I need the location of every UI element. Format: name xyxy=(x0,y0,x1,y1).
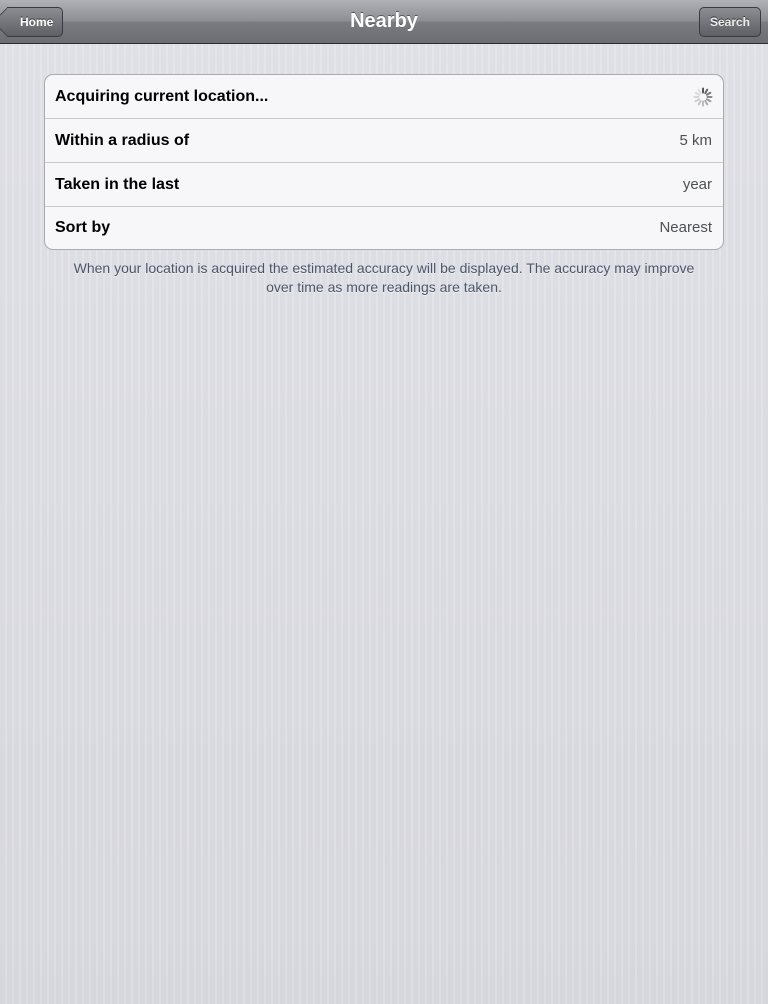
page-title: Nearby xyxy=(350,10,418,32)
radius-label: Within a radius of xyxy=(55,132,190,149)
time-range-label: Taken in the last xyxy=(55,176,180,193)
radius-value: 5 km xyxy=(679,132,712,149)
time-range-value: year xyxy=(682,176,712,193)
location-status-row: Acquiring current location... xyxy=(45,75,723,119)
search-button[interactable]: Search xyxy=(698,7,761,37)
sort-by-value: Nearest xyxy=(659,219,712,236)
location-settings-table: Acquiring current location... Within a r… xyxy=(44,74,724,250)
radius-row[interactable]: Within a radius of 5 km xyxy=(45,119,723,163)
navigation-bar: Home Nearby Search xyxy=(0,0,768,44)
location-status-label: Acquiring current location... xyxy=(55,88,269,105)
home-back-button[interactable]: Home xyxy=(7,7,64,37)
sort-by-label: Sort by xyxy=(55,219,111,236)
time-range-row[interactable]: Taken in the last year xyxy=(45,163,723,207)
activity-spinner-icon xyxy=(693,87,713,107)
accuracy-info-text: When your location is acquired the estim… xyxy=(73,260,695,295)
sort-by-row[interactable]: Sort by Nearest xyxy=(45,207,723,249)
back-button-area[interactable]: Home xyxy=(0,0,80,44)
